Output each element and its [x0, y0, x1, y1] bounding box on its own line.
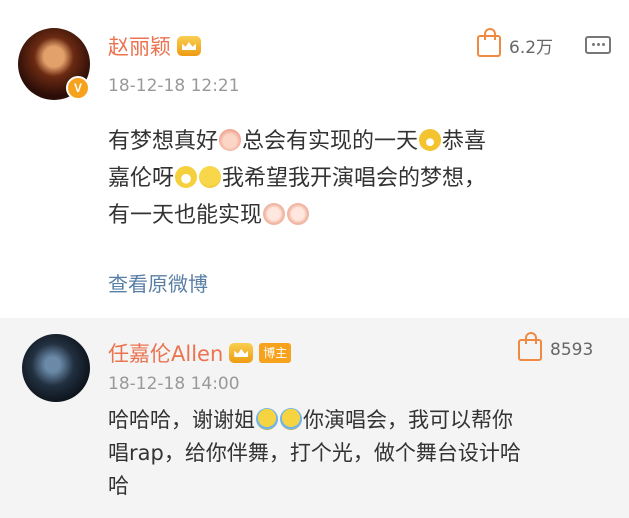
cute-emoji-icon [263, 203, 286, 225]
verified-badge-icon: V [66, 76, 90, 100]
sad-emoji-icon [199, 166, 222, 188]
cute-emoji-icon [287, 203, 310, 225]
username-label[interactable]: 任嘉伦Allen [108, 342, 223, 366]
text-line: 有梦想真好 总会有实现的一天 恭喜 [108, 123, 486, 160]
thumb-up-icon [518, 332, 542, 361]
like-count: 8593 [550, 340, 594, 360]
thumb-up-icon [477, 27, 501, 57]
grin-emoji-icon [175, 166, 198, 188]
crown-icon [229, 343, 254, 363]
text-segment: 哈 [108, 474, 129, 498]
text-line: 有一天也能实现 [108, 197, 486, 234]
comment-ren-jialun: 任嘉伦Allen 博主 18-12-18 14:00 8593 哈哈哈，谢谢姐 你演… [0, 318, 629, 518]
cry-emoji-icon [256, 408, 278, 430]
username-label[interactable]: 赵丽颖 [108, 35, 171, 59]
like-button[interactable]: 8593 [518, 332, 594, 361]
text-segment: 有梦想真好 [108, 129, 219, 154]
reply-icon[interactable] [585, 36, 611, 54]
text-segment: 哈哈哈，谢谢姐 [108, 408, 255, 432]
text-segment: 总会有实现的一天 [242, 129, 419, 154]
text-segment: 唱rap，给你伴舞，打个光，做个舞台设计哈 [108, 441, 521, 465]
avatar[interactable] [22, 334, 90, 402]
cry-emoji-icon [280, 408, 302, 430]
pig-emoji-icon [219, 129, 242, 151]
text-line: 哈哈哈，谢谢姐 你演唱会，我可以帮你 [108, 404, 521, 437]
text-line: 哈 [108, 470, 521, 503]
text-segment: 嘉伦呀 [108, 166, 175, 191]
comment-zhao-liying: V 赵丽颖 18-12-18 12:21 6.2万 有梦想真好 总会有实现的一天恭… [0, 0, 629, 318]
timestamp: 18-12-18 12:21 [108, 76, 240, 96]
like-count: 6.2万 [509, 38, 554, 58]
text-segment: 你演唱会，我可以帮你 [303, 408, 513, 432]
text-segment: 我希望我开演唱会的梦想， [222, 166, 487, 191]
timestamp: 18-12-18 14:00 [108, 374, 240, 394]
view-original-link[interactable]: 查看原微博 [108, 268, 208, 297]
comment-text: 有梦想真好 总会有实现的一天 恭喜 嘉伦呀 我希望我开演唱会的梦想， 有一天也能实现 [108, 123, 486, 234]
blogger-tag: 博主 [259, 343, 292, 363]
laugh-emoji-icon [419, 129, 442, 151]
username[interactable]: 任嘉伦Allen 博主 [108, 338, 292, 368]
text-line: 嘉伦呀 我希望我开演唱会的梦想， [108, 160, 486, 197]
text-segment: 有一天也能实现 [108, 203, 263, 228]
text-line: 唱rap，给你伴舞，打个光，做个舞台设计哈 [108, 437, 521, 470]
text-segment: 恭喜 [442, 129, 487, 154]
crown-icon [177, 36, 201, 56]
comment-text: 哈哈哈，谢谢姐 你演唱会，我可以帮你 唱rap，给你伴舞，打个光，做个舞台设计哈 … [108, 404, 521, 503]
like-button[interactable]: 6.2万 [477, 27, 554, 58]
username[interactable]: 赵丽颖 [108, 31, 201, 61]
